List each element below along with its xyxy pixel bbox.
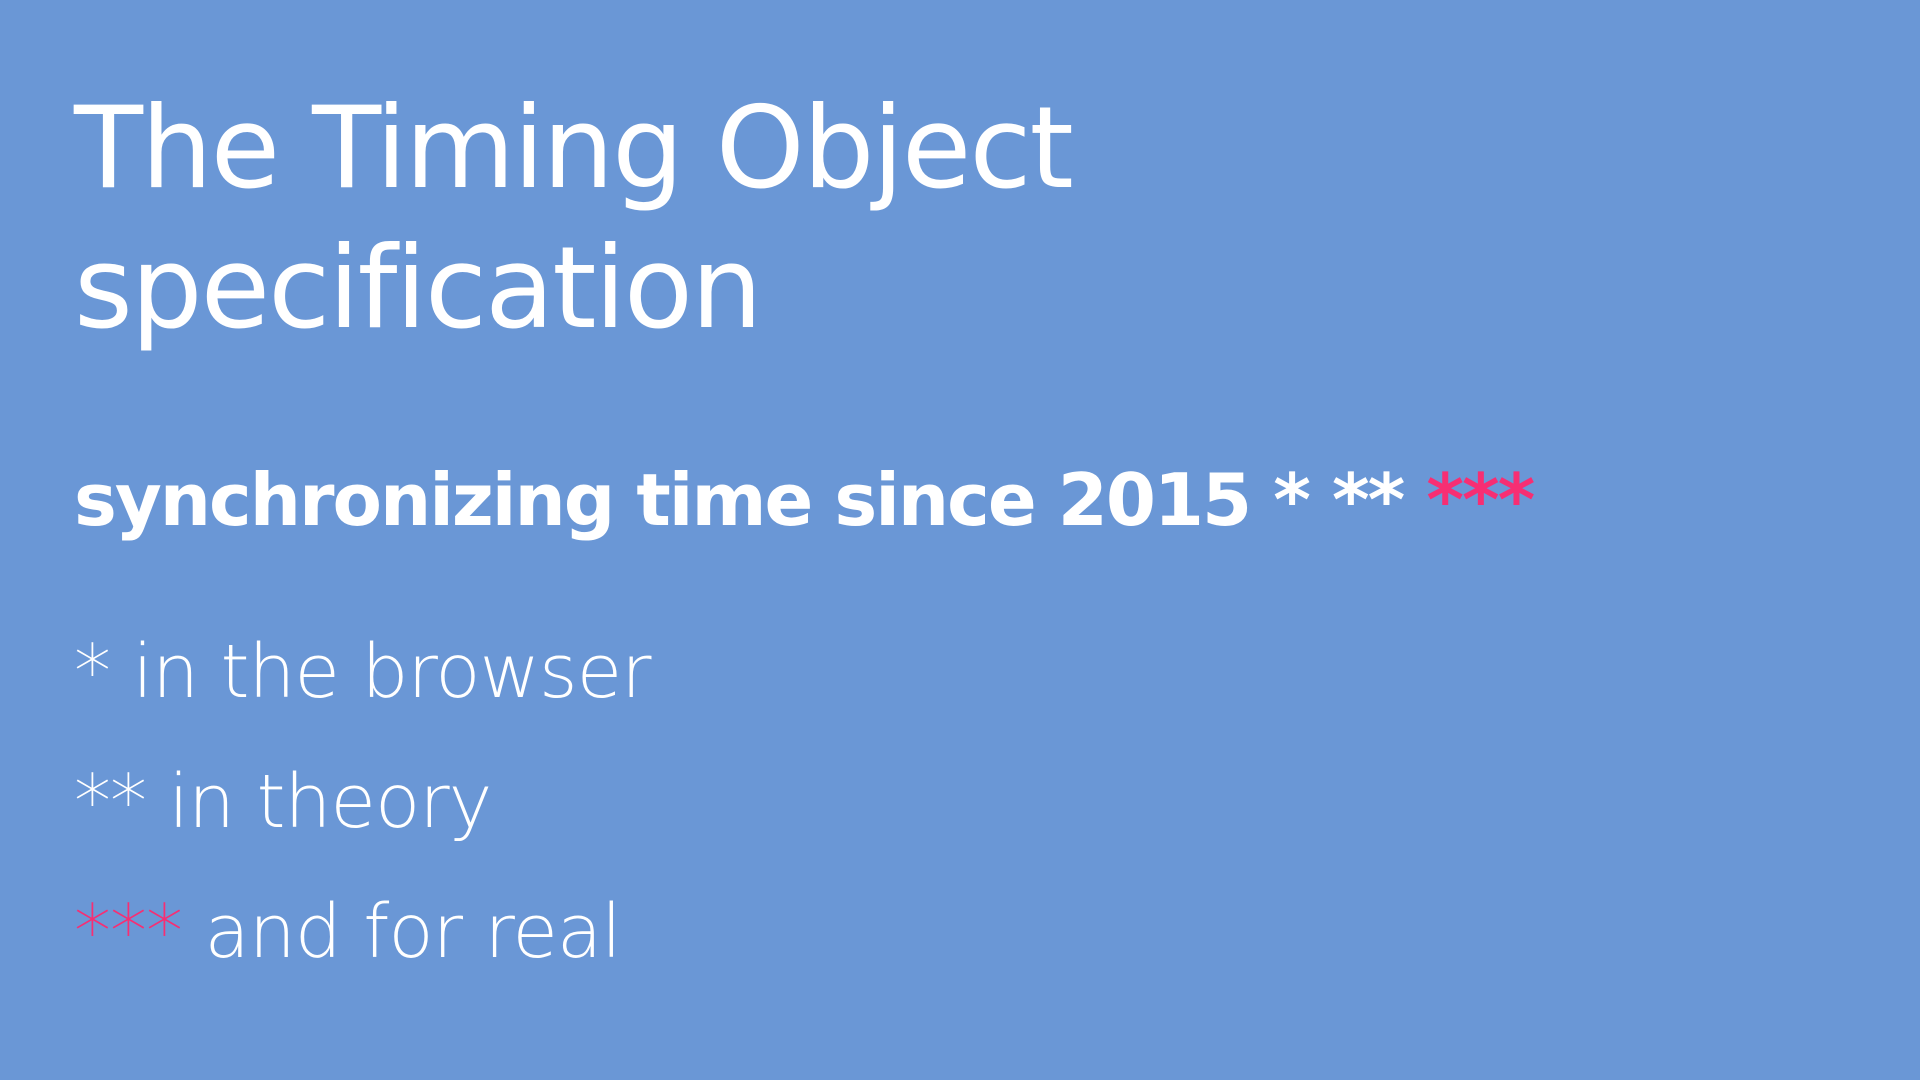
title-line-2: specification [74,222,763,354]
slide: The Timing Object specification synchroni… [0,0,1920,1080]
subtitle-mark-3: *** [1426,458,1535,542]
subtitle-mark-1: * [1273,458,1311,542]
footnote-1-marker: * [74,629,111,715]
footnote-1-text: in the browser [132,629,652,715]
footnote-2-marker: ** [74,759,147,845]
slide-title: The Timing Object specification [74,78,1834,358]
footnote-1: * in the browser [74,627,652,717]
footnote-3: *** and for real [74,887,622,977]
footnote-2-text: in theory [168,759,493,845]
title-line-1: The Timing Object [74,82,1074,214]
subtitle-text: synchronizing time since 2015 [74,458,1252,542]
footnote-3-text: and for real [204,889,622,975]
footnote-2: ** in theory [74,757,493,847]
slide-subtitle: synchronizing time since 2015 * ** *** [74,455,1535,545]
subtitle-mark-2: ** [1331,458,1405,542]
footnote-3-marker: *** [74,889,183,975]
